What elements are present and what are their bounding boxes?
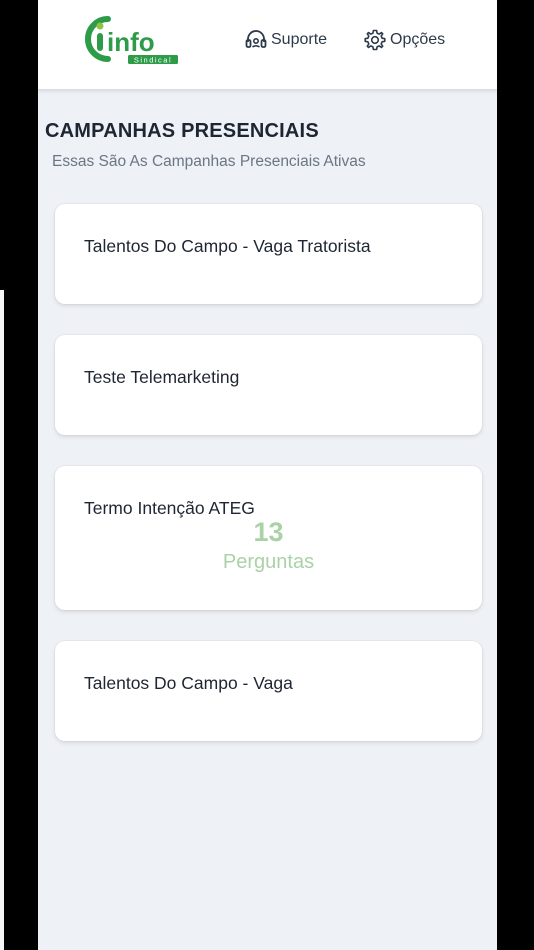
campaign-title: Talentos Do Campo - Vaga bbox=[84, 673, 293, 693]
question-count-label: Perguntas bbox=[222, 551, 315, 573]
question-count: 13 bbox=[253, 517, 284, 547]
info-sindical-logo[interactable]: info Sindical bbox=[81, 13, 181, 67]
gear-icon bbox=[364, 29, 386, 51]
options-button[interactable]: Opções bbox=[363, 27, 445, 53]
app-screen: info Sindical Suporte Opções CAMPANHAS P… bbox=[38, 0, 497, 950]
options-label: Opções bbox=[390, 31, 446, 48]
page-subtitle: Essas São As Campanhas Presenciais Ativa… bbox=[52, 153, 366, 170]
support-button[interactable]: Suporte bbox=[244, 27, 327, 53]
left-backdrop bbox=[0, 0, 38, 950]
background-window-edge bbox=[0, 290, 4, 950]
campaign-title: Talentos Do Campo - Vaga Tratorista bbox=[84, 236, 371, 256]
logo-text: info bbox=[107, 27, 155, 57]
campaign-card[interactable]: Talentos Do Campo - Vaga bbox=[55, 641, 482, 741]
logo-subtext: Sindical bbox=[134, 56, 172, 65]
top-header: info Sindical Suporte Opções bbox=[38, 0, 497, 90]
page-title: CAMPANHAS PRESENCIAIS bbox=[45, 120, 319, 142]
right-backdrop bbox=[497, 0, 534, 950]
campaign-card[interactable]: Termo Intenção ATEG 13 Perguntas bbox=[55, 466, 482, 610]
support-label: Suporte bbox=[271, 31, 328, 48]
campaign-card[interactable]: Teste Telemarketing bbox=[55, 335, 482, 435]
campaign-title: Teste Telemarketing bbox=[84, 367, 240, 387]
headset-icon bbox=[245, 30, 267, 48]
campaign-card[interactable]: Talentos Do Campo - Vaga Tratorista bbox=[55, 204, 482, 304]
campaign-title: Termo Intenção ATEG bbox=[84, 498, 255, 518]
